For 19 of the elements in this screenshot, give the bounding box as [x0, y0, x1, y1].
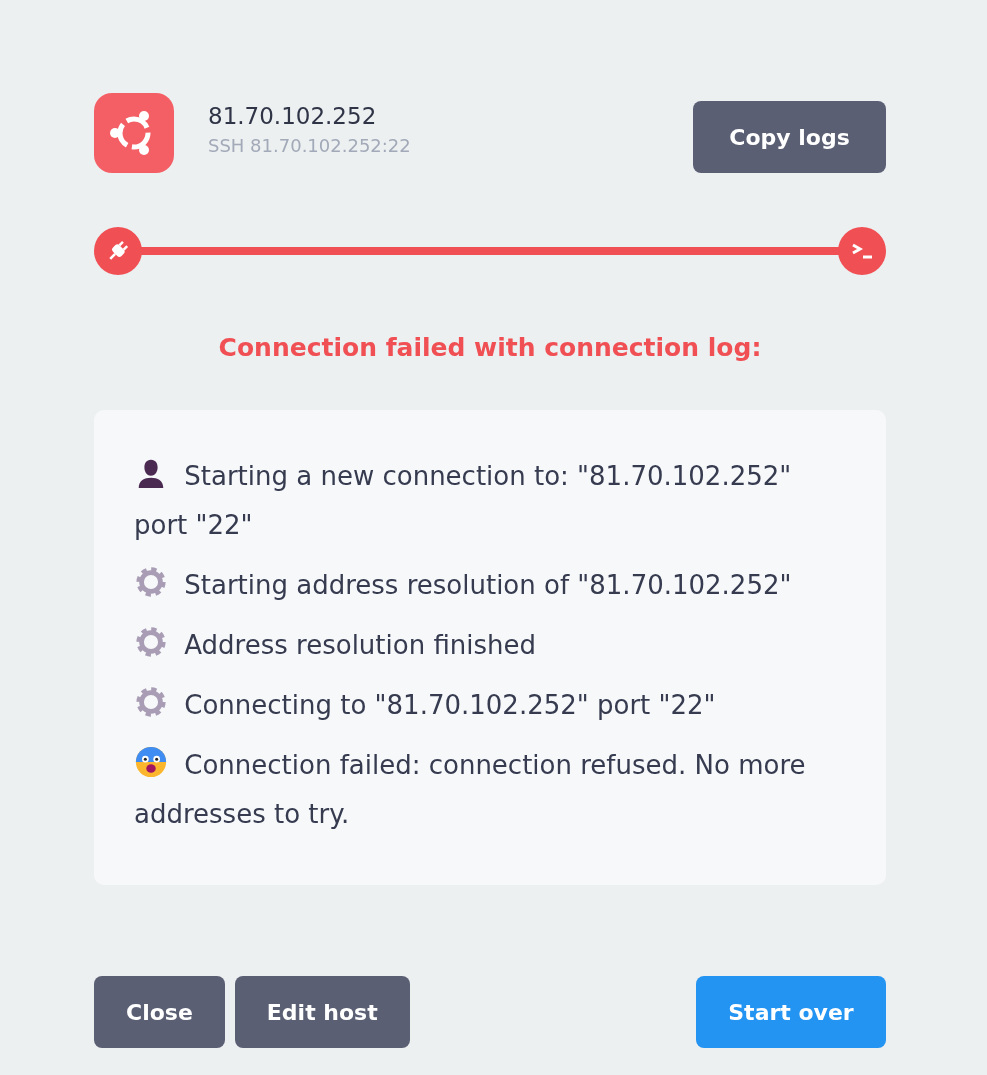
log-entry: Address resolution finished [134, 630, 536, 660]
gear-icon [134, 625, 168, 659]
ubuntu-logo-icon [94, 93, 174, 173]
gear-icon [134, 565, 168, 599]
error-message: Connection failed with connection log: [217, 333, 763, 362]
host-address: SSH 81.70.102.252:22 [208, 134, 412, 156]
log-entry: Starting address resolution of "81.70.102.252" [134, 570, 792, 600]
footer-button[interactable]: Edit host [234, 976, 410, 1048]
footer-button[interactable]: Close [94, 976, 225, 1048]
terminal-icon [838, 227, 886, 275]
log-entry: Starting a new connection to: "81.70.102.252" port "22" [134, 461, 792, 540]
start-over-button[interactable]: Start over [696, 976, 886, 1048]
log-entry: Connecting to "81.70.102.252" port "22" [134, 690, 716, 720]
host-name: 81.70.102.252 [208, 102, 378, 129]
scared-face-icon [134, 745, 168, 779]
plug-icon [94, 227, 142, 275]
log-entry: Connection failed: connection refused. No more addresses to try. [134, 750, 806, 829]
gear-icon [134, 685, 168, 719]
copy-logs-button[interactable]: Copy logs [693, 101, 886, 173]
